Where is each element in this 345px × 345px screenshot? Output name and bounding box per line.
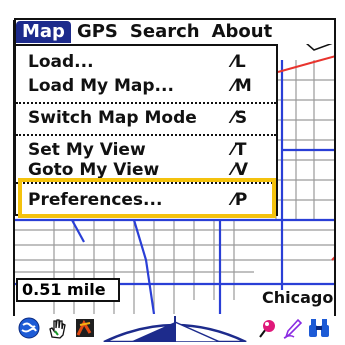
menu-item-label: Preferences...	[28, 190, 163, 210]
menu-item-label: Switch Map Mode	[28, 108, 197, 128]
menu-item-preferences[interactable]: Preferences... ⁄P	[16, 188, 276, 212]
menu-item-label: Load...	[28, 52, 94, 72]
bottom-toolbar	[14, 314, 336, 342]
menu-separator	[16, 102, 276, 104]
screen-border-right	[334, 20, 336, 316]
palm-screen: Map GPS Search About Load... ⁄L Load My …	[0, 0, 345, 345]
menu-item-label: Set My View	[28, 140, 146, 160]
menu-gps[interactable]: GPS	[71, 21, 124, 43]
map-scale: 0.51 mile	[16, 278, 120, 302]
menu-about[interactable]: About	[206, 21, 279, 43]
menu-item-label: Load My Map...	[28, 76, 174, 96]
menu-item-switch-map-mode[interactable]: Switch Map Mode ⁄S	[16, 106, 276, 130]
menu-separator	[16, 134, 276, 136]
screen-border-left	[13, 20, 15, 316]
shortcut-label: ⁄L	[232, 52, 246, 72]
menu-item-load-my-map[interactable]: Load My Map... ⁄M	[16, 74, 276, 98]
menu-item-load[interactable]: Load... ⁄L	[16, 50, 276, 74]
shortcut-label: ⁄T	[232, 140, 247, 160]
menu-item-goto-my-view[interactable]: Goto My View ⁄V	[16, 158, 276, 182]
menu-search[interactable]: Search	[124, 21, 206, 43]
binoculars-icon[interactable]	[306, 314, 332, 342]
compass-icon[interactable]	[100, 314, 250, 342]
city-label: Chicago	[262, 288, 334, 307]
map-icon[interactable]	[72, 314, 98, 342]
menu-bar: Map GPS Search About	[14, 18, 336, 44]
menu-map[interactable]: Map	[16, 21, 71, 43]
menu-separator	[16, 182, 276, 184]
shortcut-label: ⁄V	[232, 160, 248, 180]
pin-icon[interactable]	[254, 314, 280, 342]
map-dropdown-menu: Load... ⁄L Load My Map... ⁄M Switch Map …	[14, 44, 278, 216]
menu-item-label: Goto My View	[28, 160, 160, 180]
globe-icon[interactable]	[16, 314, 42, 342]
pen-icon[interactable]	[280, 314, 306, 342]
shortcut-label: ⁄M	[232, 76, 252, 96]
hand-icon[interactable]	[44, 314, 70, 342]
shortcut-label: ⁄S	[232, 108, 248, 128]
shortcut-label: ⁄P	[232, 190, 248, 210]
